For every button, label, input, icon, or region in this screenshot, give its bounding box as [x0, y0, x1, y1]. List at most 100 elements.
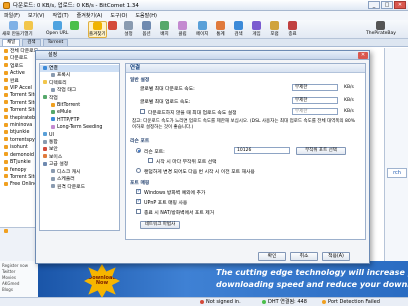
dht-status: DHT 연결됨: 448 [262, 298, 307, 306]
dialog-close-button[interactable]: ✕ [358, 52, 368, 59]
idle-upload-checkbox[interactable] [140, 109, 145, 114]
menu-view[interactable]: 보기(V) [28, 12, 45, 19]
sidebar-item[interactable]: torrentspy [0, 137, 37, 144]
sidebar-item[interactable]: demonoid [0, 152, 37, 159]
toolbar-button-batch[interactable]: 배치 [160, 21, 169, 38]
toolbar-button-settings[interactable]: 설정 [124, 21, 133, 38]
tab-search[interactable]: 검색 [22, 39, 41, 46]
sidebar-item[interactable]: mininova [0, 122, 37, 129]
tree-item-label: 연결 [49, 66, 58, 71]
toolbar-button-pirate[interactable]: ThePirateBay [366, 21, 396, 38]
toolbar-button-forum[interactable]: 포럼 [270, 21, 279, 38]
random-port-button[interactable]: 무작위 포트 선택 [296, 147, 346, 155]
toolbar-label: 포럼 [270, 32, 279, 37]
tree-item[interactable]: 보안 [40, 146, 119, 153]
sidebar-item[interactable]: Torrent Sites [0, 174, 37, 181]
tree-item-icon [43, 95, 47, 100]
tree-item-label: 디렉토리 [49, 80, 67, 86]
tab-torrent[interactable]: Torrent [42, 39, 69, 46]
toolbar-button-clip[interactable]: 클립 [178, 21, 187, 38]
tree-item[interactable]: 연결 [40, 65, 119, 73]
ok-button[interactable]: 확인 [258, 252, 286, 261]
tree-item[interactable]: 보이스 [40, 154, 119, 161]
toolbar-label: 배치 [160, 32, 169, 37]
toolbar-button-globe[interactable]: Open URL [46, 21, 68, 38]
firewall-exception-checkbox[interactable]: ✓ [136, 189, 141, 194]
tree-item[interactable]: 디스크 캐시 [40, 169, 119, 176]
upnp-checkbox[interactable]: ✓ [136, 199, 141, 204]
menu-help[interactable]: 도움말(H) [135, 12, 156, 19]
close-button[interactable]: ✕ [394, 1, 406, 9]
maximize-button[interactable]: □ [381, 1, 393, 9]
tab-channel[interactable]: 채널 [2, 39, 21, 46]
toolbar-button-star[interactable]: 즐겨찾기 [88, 21, 107, 38]
link-blogs[interactable]: Blogs [2, 287, 36, 293]
sidebar-item[interactable]: 전체 다운로드 [0, 48, 37, 55]
toolbar-button-page[interactable]: 페이지 [196, 21, 208, 38]
tree-item[interactable]: Long-Term Seeding [40, 124, 119, 131]
tree-item-label: 원격 다운로드 [57, 184, 86, 190]
tree-item[interactable]: 작업 태그 [40, 87, 119, 94]
sidebar-item[interactable]: 업로드 [0, 63, 37, 70]
toolbar-button-stats[interactable]: 통계 [216, 21, 225, 38]
toolbar-button-game[interactable]: 게임 [252, 21, 261, 38]
sidebar-item[interactable]: Torrent Sites [0, 92, 37, 99]
sidebar-item[interactable]: Torrent Sites [0, 107, 37, 114]
apply-button[interactable]: 적용(A) [322, 252, 350, 261]
menu-favorites[interactable]: 즐겨찾기(A) [77, 12, 103, 19]
menu-task[interactable]: 작업(T) [53, 12, 69, 19]
tree-item[interactable]: HTTP/FTP [40, 117, 119, 124]
random-port-startup-checkbox[interactable] [148, 158, 153, 163]
sidebar-item[interactable]: btjunkie [0, 129, 37, 136]
toolbar-button-open[interactable]: 열기 [24, 21, 33, 38]
port-section-title: 리슨 포트 [130, 139, 150, 144]
tree-item[interactable]: BitTorrent [40, 102, 119, 109]
toolbar-button-new[interactable]: 새로 만들기 [2, 21, 24, 38]
sidebar-item[interactable]: Free Online [0, 181, 37, 188]
sidebar-item[interactable]: isohunt [0, 144, 37, 151]
network-wizard-button[interactable]: 네트워크 마법사 [140, 221, 180, 229]
tree-item-label: 스케줄러 [57, 177, 75, 183]
download-now-badge[interactable]: Download Now [84, 264, 120, 298]
menu-tools[interactable]: 도구(O) [110, 12, 127, 19]
toolbar-button-options[interactable]: 옵션 [142, 21, 151, 38]
cancel-button[interactable]: 취소 [290, 252, 318, 261]
toolbar-button-stop[interactable] [108, 21, 117, 38]
tree-item[interactable]: 원격 다운로드 [40, 184, 119, 191]
tree-item[interactable]: 고급 설정 [40, 161, 119, 168]
sidebar-item[interactable]: VIP Accel [0, 85, 37, 92]
connection-panel: 연결 일반 설정 글로벌 최대 다운로드 속도: 무제한 KB/s 글로벌 최대… [125, 63, 366, 240]
toolbar-button-search[interactable]: 검색 [234, 21, 243, 38]
minimize-button[interactable]: _ [368, 1, 380, 9]
idle-upload-input[interactable]: 무제한 [292, 108, 338, 115]
sidebar-item[interactable]: fenopy [0, 167, 37, 174]
tree-item[interactable]: 통합 [40, 139, 119, 146]
sidebar-item[interactable]: 다운로드 [0, 55, 37, 62]
toolbar-label: 종료 [288, 32, 297, 37]
port-mapping-title: 포트 매핑 [130, 181, 150, 186]
tree-item-label: 작업 [49, 95, 58, 101]
download-limit-input[interactable]: 무제한 [292, 84, 338, 91]
sidebar-item[interactable]: BTjunkie [0, 159, 37, 166]
search-button[interactable]: rch [387, 168, 407, 178]
reuse-port-radio[interactable] [136, 168, 141, 173]
listen-port-radio[interactable] [136, 148, 141, 153]
tree-item[interactable]: eMule [40, 109, 119, 116]
listen-port-input[interactable]: 10126 [234, 147, 290, 154]
ad-banner[interactable]: Download Now The cutting edge technology… [38, 261, 408, 299]
sidebar-item[interactable]: Torrent Sites [0, 100, 37, 107]
toolbar-button-start[interactable] [70, 21, 79, 38]
remove-port-checkbox[interactable] [136, 209, 141, 214]
tree-item[interactable]: 디렉토리 [40, 80, 119, 87]
tree-item[interactable]: 작업 [40, 95, 119, 102]
menu-file[interactable]: 파일(F) [4, 12, 20, 19]
tree-item[interactable]: UI [40, 132, 119, 139]
sidebar-item[interactable]: 완료 [0, 78, 37, 85]
star-icon [92, 22, 102, 30]
sidebar-item[interactable]: Active [0, 70, 37, 77]
sidebar-item[interactable]: thepiratebay [0, 115, 37, 122]
toolbar-button-exit[interactable]: 종료 [288, 21, 297, 38]
tree-item[interactable]: 스케줄러 [40, 176, 119, 183]
upload-limit-input[interactable]: 무제한 [292, 97, 338, 104]
tree-item[interactable]: 프록시 [40, 72, 119, 79]
